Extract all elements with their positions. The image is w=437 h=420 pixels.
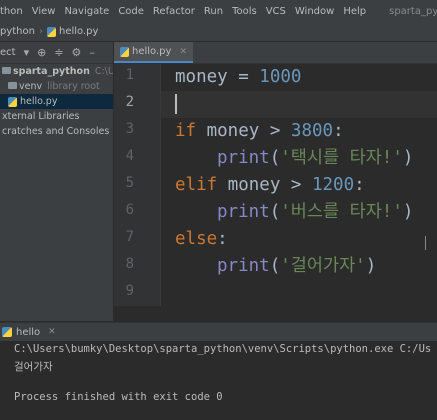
code-line-7: else: xyxy=(175,227,228,251)
tree-external-label: xternal Libraries xyxy=(2,111,80,122)
code-token: money > xyxy=(217,175,312,195)
code-token: if xyxy=(175,121,197,141)
python-file-icon xyxy=(8,96,17,107)
code-token: ( xyxy=(269,256,281,276)
code-token: ) xyxy=(402,148,414,168)
code-line-4: print('택시를 타자!') xyxy=(217,146,413,170)
code-line-5: elif money > 1200: xyxy=(175,173,365,197)
menu-refactor[interactable]: Refactor xyxy=(153,6,195,17)
tab-hello-py[interactable]: hello.py ✕ xyxy=(114,42,193,63)
menu-vcs[interactable]: VCS xyxy=(266,6,286,17)
text-cursor xyxy=(175,94,177,114)
breadcrumb-project[interactable]: python xyxy=(0,26,35,37)
line-number: 9 xyxy=(125,283,134,299)
code-token: = xyxy=(227,67,260,87)
close-icon[interactable]: ✕ xyxy=(179,47,187,57)
line-number: 4 xyxy=(125,148,134,164)
tab-label: hello.py xyxy=(132,46,172,57)
code-token: '택시를 타자!' xyxy=(280,148,403,168)
code-token: elif xyxy=(175,175,218,195)
python-file-icon xyxy=(120,46,129,57)
console-output: 걸어가자 xyxy=(14,361,53,373)
python-run-icon xyxy=(2,327,12,337)
tree-scratches-label: cratches and Consoles xyxy=(2,126,110,137)
project-view-label[interactable]: ect xyxy=(0,47,16,58)
code-token: ( xyxy=(269,148,281,168)
menu-python[interactable]: thon xyxy=(0,6,23,17)
code-token: ( xyxy=(269,202,281,222)
chevron-right-icon: › xyxy=(38,26,43,37)
code-line-2 xyxy=(175,92,177,116)
tree-item-hello-py[interactable]: hello.py xyxy=(0,94,113,109)
run-console[interactable]: C:\Users\bumky\Desktop\sparta_python\ven… xyxy=(0,341,437,420)
dropdown-icon[interactable]: ▾ xyxy=(24,46,30,59)
code-token: ) xyxy=(402,202,414,222)
code-token: else xyxy=(175,229,218,249)
code-token: : xyxy=(217,229,228,249)
line-number: 7 xyxy=(125,229,134,245)
code-token: 3800 xyxy=(290,121,334,141)
code-token: '버스를 타자!' xyxy=(280,202,403,222)
menu-window[interactable]: Window xyxy=(295,6,334,17)
window-title: sparta_python - hello.py xyxy=(389,5,437,17)
minimize-icon[interactable]: – xyxy=(89,46,95,59)
code-line-6: print('버스를 타자!') xyxy=(217,200,413,224)
breadcrumb-file[interactable]: hello.py xyxy=(59,26,98,37)
line-number: 5 xyxy=(125,175,134,191)
scroll-marker xyxy=(425,236,426,250)
editor-tab-bar: hello.py ✕ xyxy=(114,42,437,64)
menu-run[interactable]: Run xyxy=(204,6,223,17)
code-token: ) xyxy=(365,256,377,276)
code-token: : xyxy=(333,121,344,141)
tree-root-label: sparta_python xyxy=(13,66,90,77)
line-number: 6 xyxy=(125,202,134,218)
tree-item-venv[interactable]: venv library root xyxy=(0,79,113,94)
code-line-3: if money > 3800: xyxy=(175,119,344,143)
tree-root[interactable]: sparta_python C:\Users\bu xyxy=(0,64,113,79)
console-exit-message: Process finished with exit code 0 xyxy=(14,391,223,403)
code-token: money xyxy=(175,67,228,87)
menu-bar: thon View Navigate Code Refactor Run Too… xyxy=(0,0,437,23)
breadcrumb: python › hello.py xyxy=(0,22,437,42)
menu-help[interactable]: Help xyxy=(343,6,366,17)
close-icon[interactable]: ✕ xyxy=(48,327,56,337)
current-line-highlight xyxy=(161,91,437,118)
tree-root-path: C:\Users\bu xyxy=(94,66,113,77)
menu-code[interactable]: Code xyxy=(118,6,144,17)
gear-icon[interactable]: ⚙ xyxy=(72,46,82,59)
locate-icon[interactable]: ⊕ xyxy=(37,46,46,59)
code-token: 1000 xyxy=(259,67,302,87)
run-tool-header: hello ✕ xyxy=(0,322,437,342)
code-line-1: money = 1000 xyxy=(175,65,301,89)
menu-view[interactable]: View xyxy=(32,6,56,17)
code-token: print xyxy=(217,202,270,222)
line-number: 1 xyxy=(125,67,134,83)
code-token: print xyxy=(217,256,270,276)
line-number: 8 xyxy=(125,256,134,272)
tree-file-label: hello.py xyxy=(20,96,58,107)
python-file-icon xyxy=(46,26,56,37)
folder-icon xyxy=(8,82,17,89)
console-command: C:\Users\bumky\Desktop\sparta_python\ven… xyxy=(14,343,432,355)
code-token: print xyxy=(217,148,270,168)
menu-navigate[interactable]: Navigate xyxy=(64,6,109,17)
code-line-8: print('걸어가자') xyxy=(217,254,376,278)
tree-item-external-libraries[interactable]: xternal Libraries xyxy=(0,109,113,124)
menu-tools[interactable]: Tools xyxy=(232,6,257,17)
tree-item-scratches[interactable]: cratches and Consoles xyxy=(0,124,113,139)
project-toolbar: ect ▾ ⊕ ≑ ⚙ – xyxy=(0,42,113,64)
tree-venv-label: venv xyxy=(19,81,43,92)
code-token: : xyxy=(354,175,365,195)
run-tab-label[interactable]: hello xyxy=(16,327,40,338)
code-token: money > xyxy=(196,121,291,141)
project-tree: sparta_python C:\Users\bu venv library roo… xyxy=(0,64,114,321)
folder-icon xyxy=(2,67,11,74)
line-number: 2 xyxy=(125,94,134,110)
collapse-icon[interactable]: ≑ xyxy=(54,46,63,59)
code-token: '걸어가자' xyxy=(280,256,366,276)
code-token: 1200 xyxy=(311,175,355,195)
tree-venv-note: library root xyxy=(47,81,100,92)
line-number: 3 xyxy=(125,121,134,137)
